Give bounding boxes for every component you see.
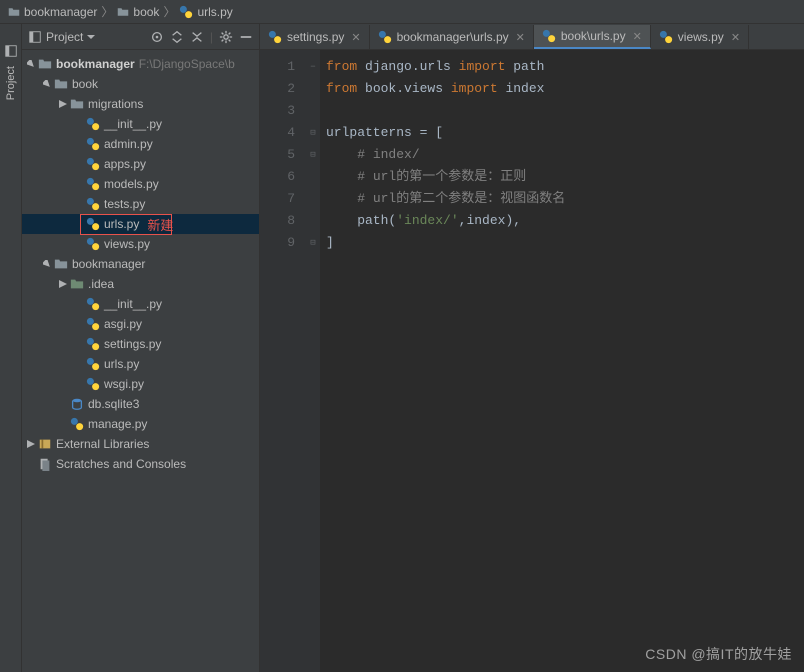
editor-tab[interactable]: views.py✕ <box>651 25 749 49</box>
fold-gutter: −⊟⊟⊟ <box>306 50 320 672</box>
editor-body[interactable]: 123456789 −⊟⊟⊟ from django.urls import p… <box>260 50 804 672</box>
tree-file[interactable]: urls.py新建 <box>22 214 259 234</box>
chevron-right-icon: 〉 <box>163 3 175 20</box>
editor-tab[interactable]: bookmanager\urls.py✕ <box>370 25 534 49</box>
project-tool-icon[interactable] <box>4 44 18 58</box>
tree-file[interactable]: __init__.py <box>22 294 259 314</box>
tree-file[interactable]: settings.py <box>22 334 259 354</box>
editor-tab[interactable]: book\urls.py✕ <box>534 25 651 49</box>
sidebar-header: Project | <box>22 24 259 50</box>
tree-external-libraries[interactable]: External Libraries <box>22 434 259 454</box>
tree-file[interactable]: tests.py <box>22 194 259 214</box>
tree-file[interactable]: urls.py <box>22 354 259 374</box>
close-icon[interactable]: ✕ <box>351 31 360 44</box>
tree-file[interactable]: asgi.py <box>22 314 259 334</box>
project-view-icon <box>28 30 42 44</box>
tree-file-db[interactable]: db.sqlite3 <box>22 394 259 414</box>
breadcrumb-item[interactable]: book <box>117 5 159 19</box>
annotation-new: 新建 <box>147 215 173 234</box>
hide-icon[interactable] <box>239 30 253 44</box>
code-content[interactable]: from django.urls import pathfrom book.vi… <box>320 50 804 672</box>
line-number-gutter: 123456789 <box>260 50 306 672</box>
close-icon[interactable]: ✕ <box>633 30 642 43</box>
watermark: CSDN @搞IT的放牛娃 <box>645 644 792 664</box>
chevron-right-icon: 〉 <box>101 3 113 20</box>
tree-folder-idea[interactable]: .idea <box>22 274 259 294</box>
close-icon[interactable]: ✕ <box>516 31 525 44</box>
tree-scratches[interactable]: Scratches and Consoles <box>22 454 259 474</box>
close-icon[interactable]: ✕ <box>731 31 740 44</box>
collapse-all-icon[interactable] <box>190 30 204 44</box>
breadcrumb: bookmanager 〉 book 〉 urls.py <box>0 0 804 24</box>
project-sidebar: Project | bookmanagerF:\DjangoSpace\b bo… <box>22 24 260 672</box>
tree-folder-bookmanager[interactable]: bookmanager <box>22 254 259 274</box>
tree-folder-book[interactable]: book <box>22 74 259 94</box>
tree-file[interactable]: models.py <box>22 174 259 194</box>
project-tree[interactable]: bookmanagerF:\DjangoSpace\b book migrati… <box>22 50 259 672</box>
gear-icon[interactable] <box>219 30 233 44</box>
editor-tabs: settings.py✕bookmanager\urls.py✕book\url… <box>260 24 804 50</box>
editor-area: settings.py✕bookmanager\urls.py✕book\url… <box>260 24 804 672</box>
tree-file[interactable]: admin.py <box>22 134 259 154</box>
breadcrumb-item[interactable]: bookmanager <box>8 5 97 19</box>
tree-file[interactable]: wsgi.py <box>22 374 259 394</box>
tree-file[interactable]: __init__.py <box>22 114 259 134</box>
expand-all-icon[interactable] <box>170 30 184 44</box>
tree-folder-migrations[interactable]: migrations <box>22 94 259 114</box>
locate-icon[interactable] <box>150 30 164 44</box>
chevron-down-icon[interactable] <box>87 33 95 41</box>
project-tool-label[interactable]: Project <box>5 66 17 100</box>
sidebar-title-label: Project <box>46 30 83 44</box>
tree-file-manage[interactable]: manage.py <box>22 414 259 434</box>
tree-file[interactable]: apps.py <box>22 154 259 174</box>
tree-root[interactable]: bookmanagerF:\DjangoSpace\b <box>22 54 259 74</box>
tree-file[interactable]: views.py <box>22 234 259 254</box>
editor-tab[interactable]: settings.py✕ <box>260 25 370 49</box>
tool-window-bar: Project <box>0 24 22 672</box>
breadcrumb-item[interactable]: urls.py <box>179 5 232 19</box>
